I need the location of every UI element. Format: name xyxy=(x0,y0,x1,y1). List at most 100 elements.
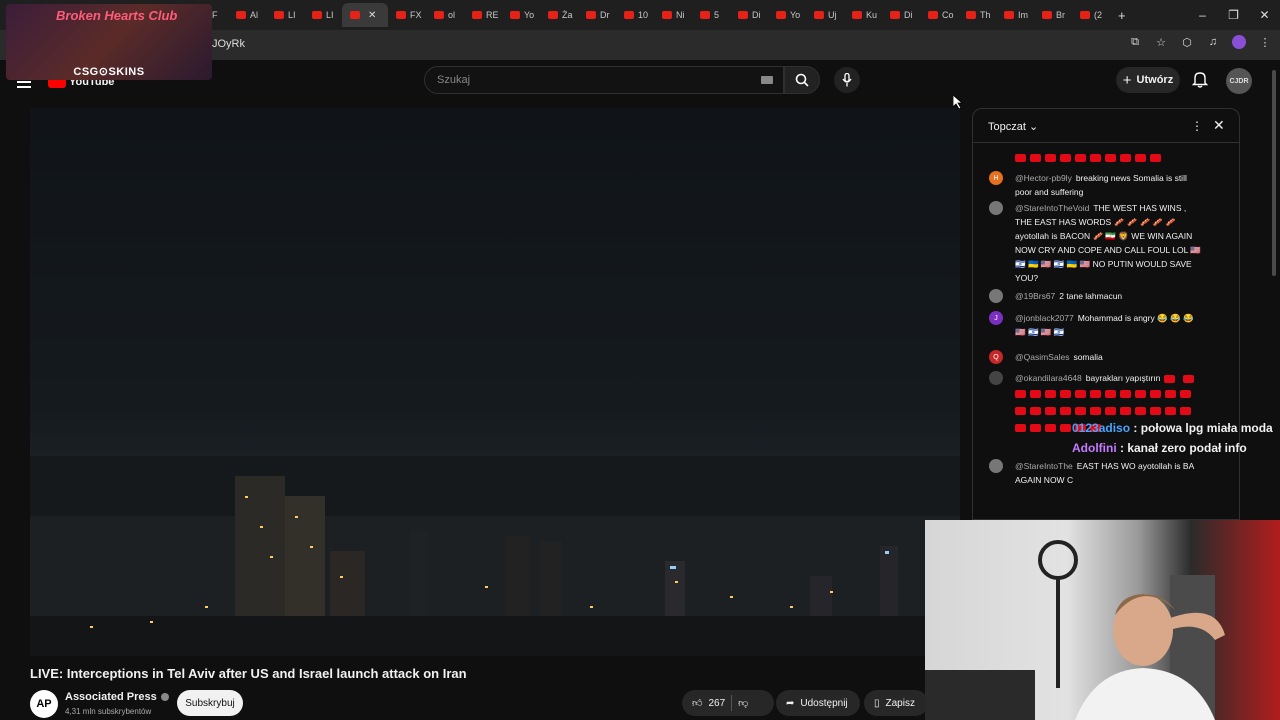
browser-tab[interactable]: 10 xyxy=(616,3,654,27)
turkey-flag-icon xyxy=(1015,423,1026,432)
sponsor-brand: CSG⊙SKINS xyxy=(73,66,145,78)
search-input[interactable]: Szukaj xyxy=(437,74,470,86)
minimize-icon[interactable]: – xyxy=(1187,8,1218,22)
chat-author[interactable]: @19Brs67 xyxy=(1015,291,1055,301)
tab-favicon-icon xyxy=(472,11,482,19)
account-avatar[interactable]: CJDR xyxy=(1226,68,1252,94)
chat-author-avatar[interactable]: J xyxy=(989,311,1003,325)
turkey-flag-icon xyxy=(1150,406,1161,415)
voice-search-button[interactable] xyxy=(834,67,860,93)
media-controls-icon[interactable]: ♫ xyxy=(1206,36,1220,48)
tab-close-icon[interactable]: ✕ xyxy=(368,10,376,21)
browser-tab[interactable]: LI xyxy=(304,3,342,27)
channel-name-text: Associated Press xyxy=(65,691,157,703)
chat-author-avatar[interactable] xyxy=(989,371,1003,385)
browser-tab[interactable]: ol xyxy=(426,3,464,27)
share-button[interactable]: ➦ Udostępnij xyxy=(776,690,860,716)
tab-favicon-icon xyxy=(1080,11,1090,19)
browser-tab[interactable]: Ża xyxy=(540,3,578,27)
chat-more-icon[interactable]: ⋮ xyxy=(1191,119,1203,133)
chat-author[interactable]: @okandilara4648 xyxy=(1015,373,1082,383)
chat-author-avatar[interactable]: H xyxy=(989,171,1003,185)
chat-author[interactable]: @StareIntoTheVoid xyxy=(1015,203,1089,213)
page-scrollbar[interactable] xyxy=(1272,70,1276,276)
thumbs-down-icon[interactable]: 👎︎ xyxy=(738,697,748,709)
channel-avatar[interactable]: AP xyxy=(30,690,58,718)
chat-mode-dropdown[interactable]: Topczat ⌄ xyxy=(988,120,1038,133)
chat-author[interactable]: @Hector-pb9ly xyxy=(1015,173,1072,183)
browser-menu-icon[interactable]: ⋮ xyxy=(1258,36,1272,49)
turkey-flag-icon xyxy=(1105,406,1116,415)
browser-tab[interactable]: Uj xyxy=(806,3,844,27)
chat-message: @Hector-pb9ly breaking news Somalia is st… xyxy=(1015,171,1205,199)
browser-tab[interactable]: Ni xyxy=(654,3,692,27)
microphone-icon xyxy=(842,73,852,87)
browser-tab[interactable]: Dr xyxy=(578,3,616,27)
turkey-flag-icon xyxy=(1045,423,1056,432)
stream-chat-username: Adolfini xyxy=(1072,441,1117,455)
like-count[interactable]: 267 xyxy=(708,698,725,709)
browser-tab[interactable]: RE xyxy=(464,3,502,27)
chat-author-avatar[interactable] xyxy=(989,289,1003,303)
maximize-icon[interactable]: ❐ xyxy=(1218,8,1249,22)
chat-author-avatar[interactable]: Q xyxy=(989,350,1003,364)
browser-tab[interactable]: Di xyxy=(730,3,768,27)
chat-author[interactable]: @StareIntoThe xyxy=(1015,461,1073,471)
browser-tab[interactable]: Di xyxy=(882,3,920,27)
chat-author[interactable]: @QasimSales xyxy=(1015,352,1069,362)
thumbs-up-icon[interactable]: 👍︎ xyxy=(692,697,702,709)
chat-author-avatar[interactable] xyxy=(989,201,1003,215)
browser-tab[interactable]: Ku xyxy=(844,3,882,27)
browser-tab[interactable]: ✕ xyxy=(342,3,388,27)
keyboard-icon[interactable] xyxy=(761,76,773,84)
browser-tab[interactable]: (2 xyxy=(1072,3,1110,27)
create-button[interactable]: + Utwórz xyxy=(1116,67,1180,93)
tab-favicon-icon xyxy=(510,11,520,19)
subscribe-button[interactable]: Subskrybuj xyxy=(177,690,243,716)
tab-label: FX xyxy=(410,10,422,20)
tab-favicon-icon xyxy=(396,11,406,19)
chat-author[interactable]: @jonblack2077 xyxy=(1015,313,1074,323)
profile-icon[interactable] xyxy=(1232,35,1246,49)
browser-tab[interactable]: LI xyxy=(266,3,304,27)
video-title: LIVE: Interceptions in Tel Aviv after US… xyxy=(30,666,467,681)
bell-icon xyxy=(1191,72,1209,88)
save-button[interactable]: ▯ Zapisz xyxy=(864,690,928,716)
chat-message: @StareIntoTheVoid THE WEST HAS WINS , THE… xyxy=(1015,201,1205,285)
bookmark-star-icon[interactable]: ☆ xyxy=(1154,36,1168,49)
stream-chat-username: 0123adiso xyxy=(1072,421,1131,435)
chat-message-text: 2 tane lahmacun xyxy=(1059,291,1123,301)
chat-author-avatar[interactable] xyxy=(989,459,1003,473)
chat-close-icon[interactable]: ✕ xyxy=(1213,117,1225,134)
browser-tab[interactable]: Im xyxy=(996,3,1034,27)
extensions-icon[interactable]: ⬡ xyxy=(1180,36,1194,49)
new-tab-button[interactable]: + xyxy=(1118,8,1126,23)
stream-chat-text: : kanał zero podał info xyxy=(1116,441,1247,455)
channel-name[interactable]: Associated Press xyxy=(65,691,169,703)
search-button[interactable] xyxy=(784,66,820,94)
browser-tab[interactable]: Co xyxy=(920,3,958,27)
turkey-flag-icon xyxy=(1015,406,1026,415)
stream-chat-line: 0123adiso : połowa lpg miała moda xyxy=(1072,418,1280,438)
close-window-icon[interactable]: ✕ xyxy=(1249,8,1280,22)
browser-tab[interactable]: Yo xyxy=(768,3,806,27)
tab-label: Al xyxy=(250,10,259,20)
tab-label: (2 xyxy=(1094,10,1103,20)
chat-message: @StareIntoThe EAST HAS WO ayotollah is BA… xyxy=(1015,459,1205,487)
browser-tab[interactable]: Yo xyxy=(502,3,540,27)
tab-label: Di xyxy=(904,10,913,20)
video-player[interactable] xyxy=(30,108,960,656)
browser-tab[interactable]: Th xyxy=(958,3,996,27)
search-box[interactable]: Szukaj xyxy=(424,66,784,94)
install-app-icon[interactable]: ⧉ xyxy=(1128,36,1142,49)
notifications-button[interactable] xyxy=(1191,71,1209,93)
turkey-flag-icon xyxy=(1135,153,1146,162)
turkey-flag-icon xyxy=(1120,406,1131,415)
browser-tab[interactable]: 5 xyxy=(692,3,730,27)
browser-tab[interactable]: Br xyxy=(1034,3,1072,27)
browser-tab[interactable]: FX xyxy=(388,3,426,27)
turkey-flag-icon xyxy=(1090,406,1101,415)
browser-tab[interactable]: Al xyxy=(228,3,266,27)
chat-mode-label: Topczat xyxy=(988,121,1026,133)
url-text[interactable]: JOyRk xyxy=(212,38,245,50)
